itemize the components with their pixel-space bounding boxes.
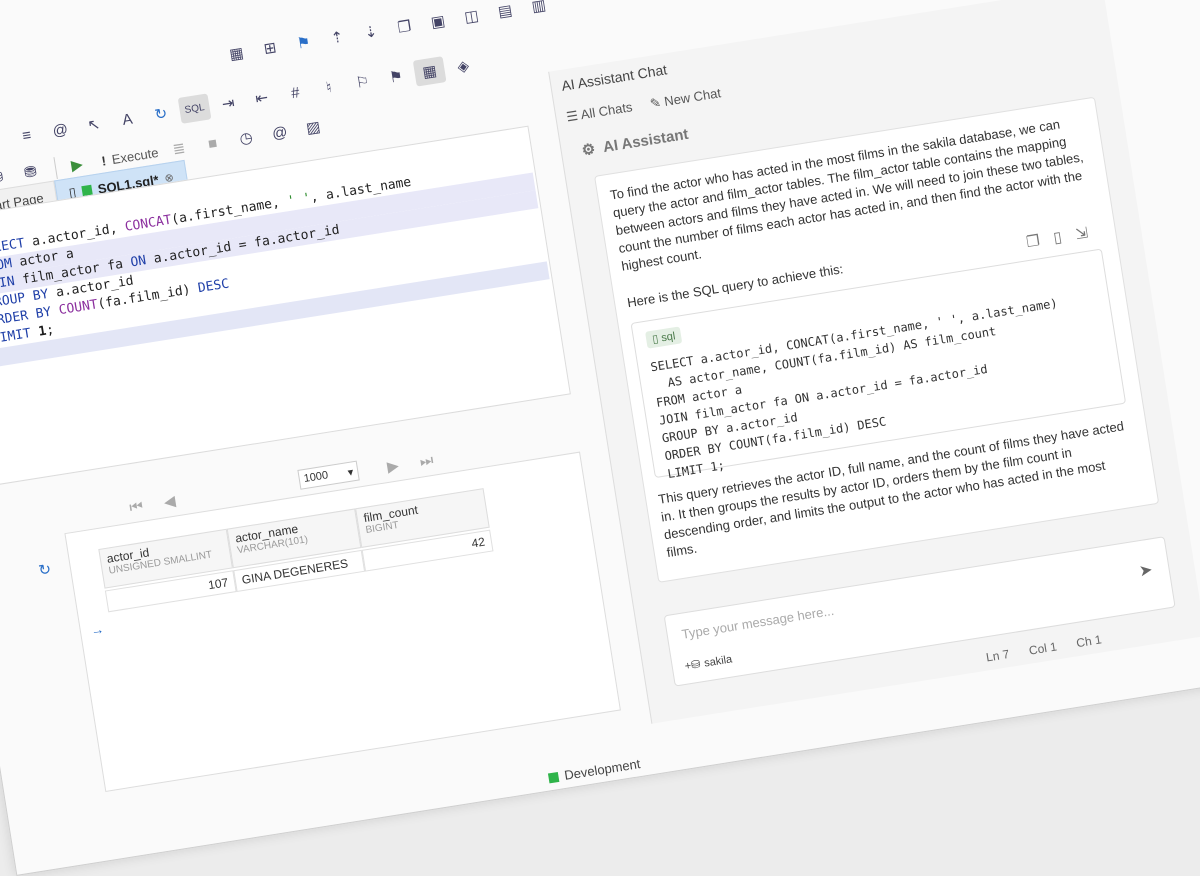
preview-icon[interactable]: ▨ <box>296 112 330 142</box>
chat-panel-title: AI Assistant Chat <box>560 61 669 94</box>
all-chats-label: All Chats <box>579 99 634 123</box>
arrow-down-icon[interactable]: ⇣ <box>354 17 388 47</box>
all-chats-button[interactable]: ☰ All Chats <box>565 99 633 125</box>
cursor-icon[interactable]: ↖ <box>77 109 111 139</box>
assistant-heading-label: AI Assistant <box>601 125 690 156</box>
context-database-label: sakila <box>703 652 733 670</box>
column-number: Col 1 <box>1027 639 1058 658</box>
line-number: Ln 7 <box>985 646 1011 665</box>
caret-status: Ln 7 Col 1 Ch 1 <box>985 632 1102 664</box>
indent-icon[interactable]: ⇥ <box>211 88 245 118</box>
ide-window: ▦ ⊞ ⚑ ⇡ ⇣ ❐ ▣ ◫ ▤ ▥ ≡ @ ↖ A ↻ SQL ⇥ ⇤ # … <box>0 0 1200 876</box>
grid-refresh-icon[interactable]: ↻ <box>28 555 62 585</box>
execute-icon: ! <box>100 152 108 169</box>
layout-icon[interactable]: ▥ <box>522 0 556 21</box>
row-limit-select[interactable]: 1000 ▾ <box>297 460 360 490</box>
bookmark-next-icon[interactable]: ⚑ <box>379 62 413 92</box>
uncomment-icon[interactable]: ♮ <box>312 72 346 102</box>
connection-label: Development <box>563 756 642 783</box>
toolbar-separator <box>53 157 58 180</box>
assistant-message: To find the actor who has acted in the m… <box>594 96 1160 583</box>
chart-icon[interactable]: ◫ <box>455 1 489 31</box>
prev-page-icon[interactable]: ◀ <box>153 486 187 516</box>
table-icon[interactable]: ▦ <box>220 38 254 68</box>
execution-plan-icon[interactable]: ▦ <box>412 56 447 87</box>
chevron-down-icon: ▾ <box>346 465 355 479</box>
add-context-icon: +⛁ <box>683 658 702 673</box>
text-case-icon[interactable]: A <box>111 104 145 134</box>
context-database[interactable]: +⛁ sakila <box>683 652 733 673</box>
chat-header: ☰ All Chats ✎ New Chat <box>565 85 722 125</box>
bookmark-icon[interactable]: ⚐ <box>346 67 380 97</box>
new-chat-label: New Chat <box>663 85 722 109</box>
connection-status[interactable]: Development <box>547 756 641 785</box>
char-number: Ch 1 <box>1075 632 1103 651</box>
sql-icon[interactable]: SQL <box>177 93 212 124</box>
copy-icon[interactable]: ❐ <box>388 12 422 42</box>
code-language-label: sql <box>660 330 677 345</box>
stop-icon[interactable]: ■ <box>196 128 230 158</box>
schema-icon[interactable]: ◈ <box>446 51 480 81</box>
execute-label: Execute <box>110 144 160 167</box>
step-icon[interactable]: ≣ <box>162 133 196 163</box>
new-chat-button[interactable]: ✎ New Chat <box>649 85 722 112</box>
row-limit-value: 1000 <box>302 469 329 486</box>
new-document-icon[interactable]: ▯ <box>1052 228 1063 247</box>
refresh-icon[interactable]: ↻ <box>144 99 178 129</box>
format-icon[interactable]: ≡ <box>10 120 44 150</box>
stage: ▦ ⊞ ⚑ ⇡ ⇣ ❐ ▣ ◫ ▤ ▥ ≡ @ ↖ A ↻ SQL ⇥ ⇤ # … <box>0 0 1200 876</box>
comment-icon[interactable]: # <box>278 77 312 107</box>
copy-icon[interactable]: ❐ <box>1025 231 1041 251</box>
robot-icon: ⚙ <box>580 140 597 160</box>
document-icon[interactable]: ▤ <box>488 0 522 26</box>
next-page-icon[interactable]: ▶ <box>376 451 410 481</box>
sql-label: SQL <box>183 101 206 116</box>
grid-icon[interactable]: ⊞ <box>253 33 287 63</box>
history-icon[interactable]: ◷ <box>229 123 263 153</box>
send-icon[interactable]: ➤ <box>1138 560 1154 582</box>
insert-icon[interactable]: ⇲ <box>1074 224 1089 243</box>
message-input[interactable] <box>678 559 1100 644</box>
code-actions: ❐ ▯ ⇲ <box>1025 224 1089 251</box>
parameter-icon[interactable]: @ <box>43 115 77 145</box>
assistant-heading: ⚙ AI Assistant <box>580 125 690 160</box>
top-toolbar: ▦ ⊞ ⚑ ⇡ ⇣ ❐ ▣ ◫ ▤ ▥ <box>220 0 560 69</box>
image-icon[interactable]: ▣ <box>421 6 455 36</box>
code-language-badge: ▯ sql <box>645 326 683 349</box>
flag-icon[interactable]: ⚑ <box>287 28 321 58</box>
last-page-icon[interactable]: ⏭ <box>410 445 444 475</box>
arrow-up-icon[interactable]: ⇡ <box>320 22 354 52</box>
connection-color-icon <box>547 771 560 783</box>
variable-icon[interactable]: @ <box>263 117 297 147</box>
first-page-icon[interactable]: ⏮ <box>119 491 153 521</box>
ai-chat-panel: AI Assistant Chat ☰ All Chats ✎ New Chat… <box>548 0 1200 724</box>
outdent-icon[interactable]: ⇤ <box>245 83 279 113</box>
